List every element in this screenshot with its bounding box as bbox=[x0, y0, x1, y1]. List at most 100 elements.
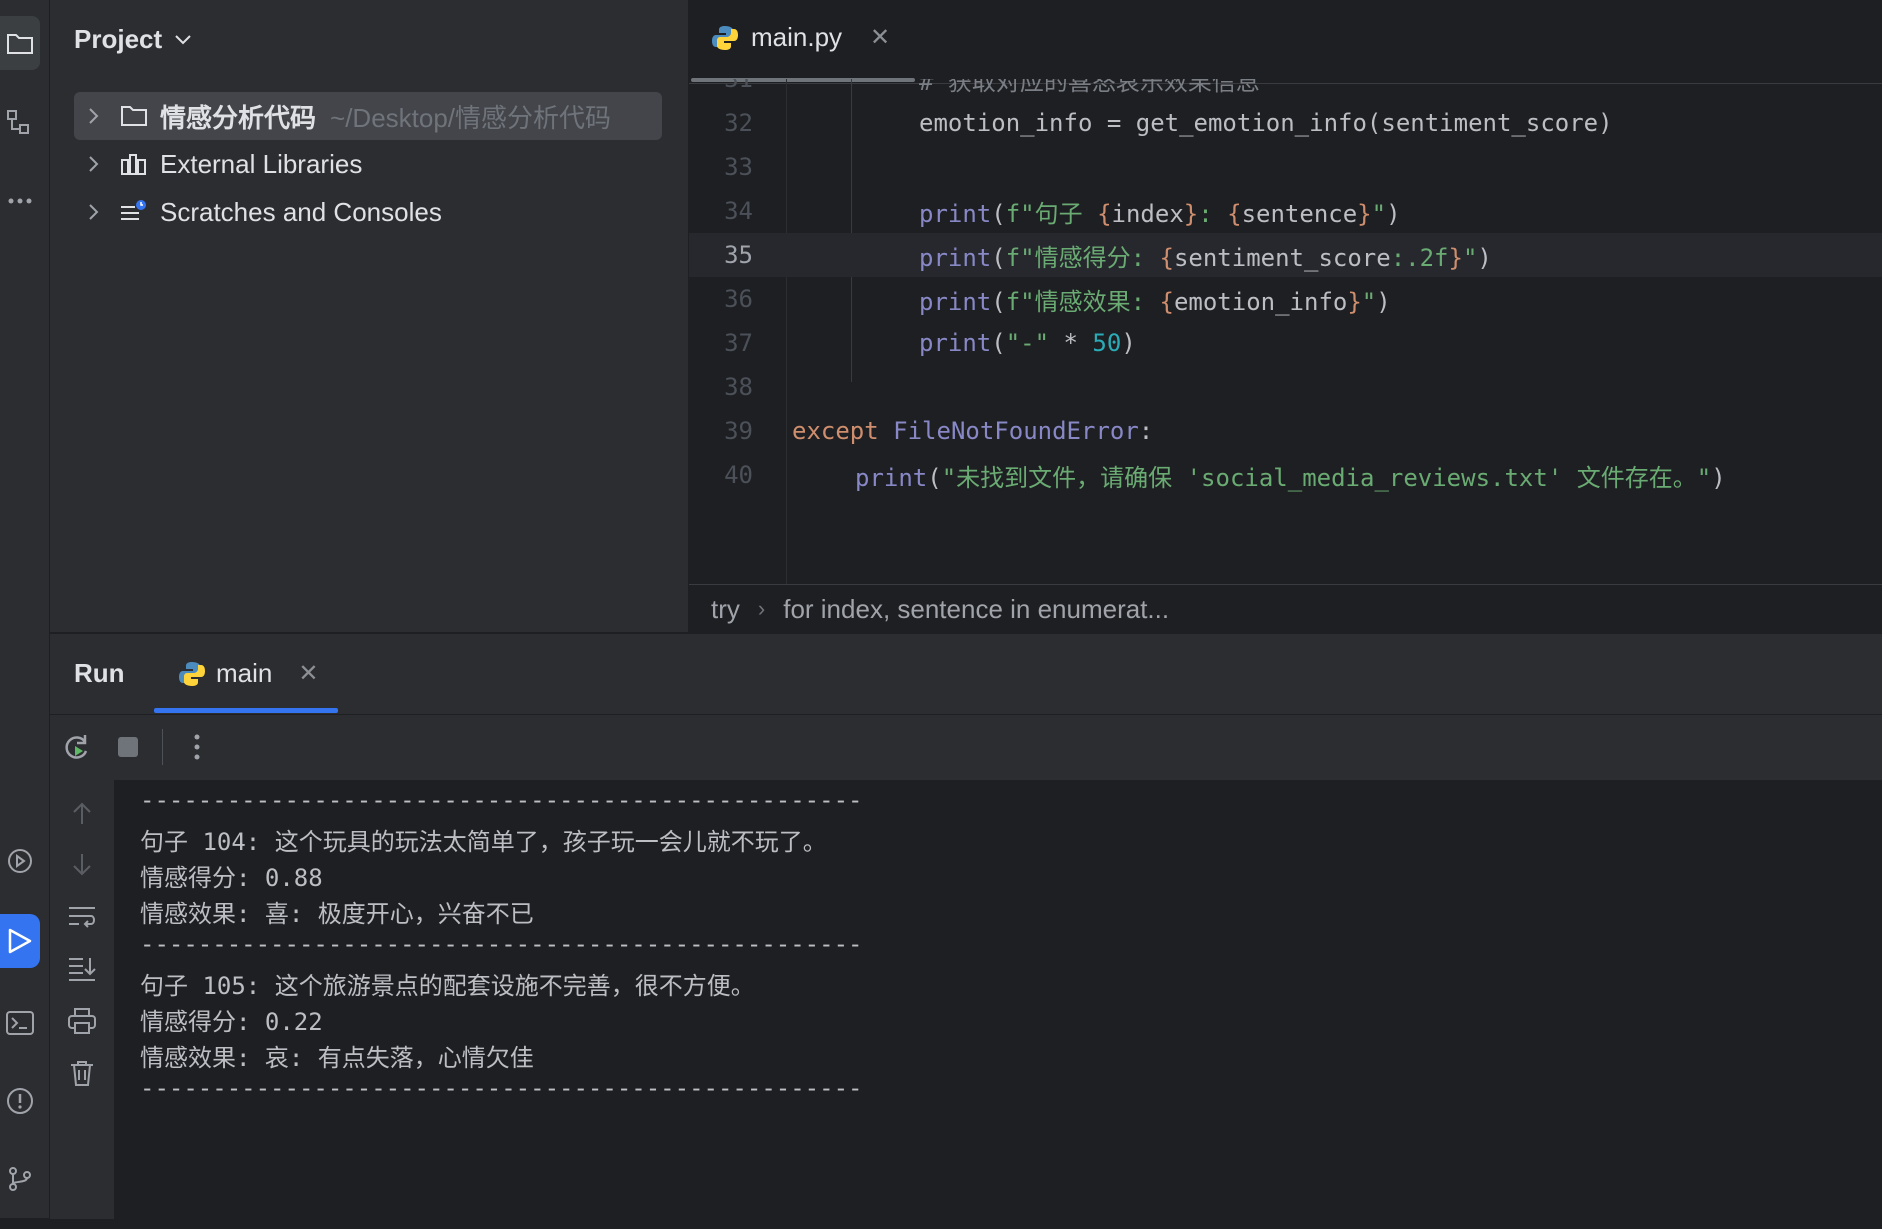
git-button[interactable] bbox=[0, 1152, 40, 1206]
console-line: 情感效果: 哀: 有点失落，心情欠佳 bbox=[140, 1044, 534, 1072]
printer-icon bbox=[68, 1008, 96, 1034]
run-tab-label: main bbox=[216, 658, 273, 688]
run-tab-bar: Run main ✕ bbox=[50, 634, 1882, 715]
editor-tab-label: main.py bbox=[751, 22, 843, 52]
code-line[interactable]: 31 # 获取对应的喜怒哀乐效果信息 bbox=[689, 79, 1882, 101]
code-editor[interactable]: 31 # 获取对应的喜怒哀乐效果信息 32 emotion_info = get… bbox=[689, 79, 1882, 584]
clear-all-button[interactable] bbox=[60, 1050, 104, 1096]
scroll-to-end-icon bbox=[69, 958, 96, 981]
line-number: 33 bbox=[724, 153, 753, 181]
code-text: print(f"情感效果: {emotion_info}") bbox=[919, 287, 1391, 316]
git-branch-icon bbox=[9, 1167, 31, 1191]
scroll-up-button[interactable] bbox=[60, 790, 104, 836]
line-number: 39 bbox=[724, 417, 753, 445]
more-tools-button[interactable] bbox=[0, 174, 40, 228]
code-line[interactable]: 32 emotion_info = get_emotion_info(senti… bbox=[689, 101, 1882, 145]
run-tab-active-indicator bbox=[154, 708, 338, 713]
scratches-icon bbox=[114, 199, 154, 225]
chevron-right-icon[interactable] bbox=[74, 203, 114, 221]
line-number: 31 bbox=[724, 79, 753, 93]
more-vertical-icon bbox=[194, 734, 200, 760]
line-number: 35 bbox=[724, 241, 753, 269]
code-text: print("-" * 50) bbox=[919, 329, 1136, 357]
folder-icon bbox=[7, 34, 33, 54]
breadcrumb-item[interactable]: try bbox=[711, 594, 740, 625]
project-view-title-dropdown[interactable]: Project bbox=[74, 24, 192, 55]
project-panel: Project 情感分析代码 ~/Desktop/情感分析代码 External… bbox=[50, 0, 689, 632]
tree-item-scratches[interactable]: Scratches and Consoles bbox=[74, 188, 662, 236]
folder-icon bbox=[114, 105, 154, 127]
arrow-down-icon bbox=[73, 854, 91, 876]
code-line-current[interactable]: 35 print(f"情感得分: {sentiment_score:.2f}") bbox=[689, 233, 1882, 277]
problems-button[interactable] bbox=[0, 1074, 40, 1128]
code-line[interactable]: 37 print("-" * 50) bbox=[689, 321, 1882, 365]
console-line: 句子 104: 这个玩具的玩法太简单了，孩子玩一会儿就不玩了。 bbox=[140, 828, 827, 856]
code-text: emotion_info = get_emotion_info(sentimen… bbox=[919, 109, 1613, 137]
rerun-icon bbox=[65, 735, 88, 759]
editor-area: main.py ✕ 31 # 获取对应的喜怒哀乐效果信息 32 emotion_… bbox=[689, 0, 1882, 632]
arrow-up-icon bbox=[73, 802, 91, 824]
soft-wrap-icon bbox=[69, 907, 95, 928]
tree-item-project-root[interactable]: 情感分析代码 ~/Desktop/情感分析代码 bbox=[74, 92, 662, 140]
code-text: # 获取对应的喜怒哀乐效果信息 bbox=[919, 79, 1260, 96]
code-line[interactable]: 40 print("未找到文件，请确保 'social_media_review… bbox=[689, 453, 1882, 497]
line-number: 38 bbox=[724, 373, 753, 401]
services-button[interactable] bbox=[0, 834, 40, 888]
code-line[interactable]: 34 print(f"句子 {index}: {sentence}") bbox=[689, 189, 1882, 233]
more-options-button[interactable] bbox=[171, 721, 223, 773]
tree-item-label: 情感分析代码 bbox=[160, 102, 317, 133]
run-panel-title: Run bbox=[74, 658, 125, 688]
run-tool-button[interactable] bbox=[0, 914, 40, 968]
close-icon[interactable]: ✕ bbox=[870, 23, 890, 52]
console-output[interactable]: ----------------------------------------… bbox=[114, 780, 1882, 1219]
console-line: 情感得分: 0.88 bbox=[140, 864, 323, 892]
scroll-down-button[interactable] bbox=[60, 842, 104, 888]
editor-tab-main-py[interactable]: main.py ✕ bbox=[711, 22, 890, 53]
structure-icon bbox=[7, 110, 29, 134]
console-line: ----------------------------------------… bbox=[140, 786, 863, 814]
code-line[interactable]: 38 bbox=[689, 365, 1882, 409]
line-number: 36 bbox=[724, 285, 753, 313]
editor-tab-bar: main.py ✕ bbox=[689, 0, 1882, 84]
run-tab-main[interactable]: main ✕ bbox=[178, 658, 318, 689]
services-icon bbox=[8, 849, 32, 873]
python-file-icon bbox=[712, 25, 738, 50]
soft-wrap-button[interactable] bbox=[60, 894, 104, 940]
chevron-right-icon: › bbox=[757, 596, 766, 621]
chevron-right-icon[interactable] bbox=[74, 155, 114, 173]
warning-circle-icon bbox=[7, 1088, 33, 1114]
close-icon[interactable]: ✕ bbox=[298, 659, 318, 688]
line-number: 40 bbox=[724, 461, 753, 489]
run-icon bbox=[8, 928, 32, 954]
structure-view-button[interactable] bbox=[0, 96, 40, 150]
tree-item-path: ~/Desktop/情感分析代码 bbox=[330, 102, 612, 133]
code-text: print(f"情感得分: {sentiment_score:.2f}") bbox=[919, 243, 1492, 272]
library-icon bbox=[114, 152, 154, 176]
project-title-label: Project bbox=[74, 24, 163, 54]
console-line: ----------------------------------------… bbox=[140, 1074, 863, 1102]
code-text: print("未找到文件，请确保 'social_media_reviews.t… bbox=[855, 463, 1726, 492]
activity-bar bbox=[0, 0, 50, 1218]
terminal-icon bbox=[6, 1011, 34, 1035]
rerun-button[interactable] bbox=[50, 721, 102, 773]
terminal-button[interactable] bbox=[0, 996, 40, 1050]
console-line: 情感得分: 0.22 bbox=[140, 1008, 323, 1036]
scroll-to-end-button[interactable] bbox=[60, 946, 104, 992]
project-view-button[interactable] bbox=[0, 16, 40, 70]
breadcrumb-item[interactable]: for index, sentence in enumerat... bbox=[783, 594, 1169, 625]
tree-item-external-libraries[interactable]: External Libraries bbox=[74, 140, 662, 188]
code-text: print(f"句子 {index}: {sentence}") bbox=[919, 199, 1401, 228]
code-line[interactable]: 33 bbox=[689, 145, 1882, 189]
code-line[interactable]: 36 print(f"情感效果: {emotion_info}") bbox=[689, 277, 1882, 321]
line-number: 34 bbox=[724, 197, 753, 225]
console-line: 句子 105: 这个旅游景点的配套设施不完善，很不方便。 bbox=[140, 972, 755, 1000]
console-line: 情感效果: 喜: 极度开心，兴奋不已 bbox=[140, 900, 534, 928]
more-horizontal-icon bbox=[8, 198, 32, 204]
stop-button[interactable] bbox=[102, 721, 154, 773]
code-line[interactable]: 39 except FileNotFoundError: bbox=[689, 409, 1882, 453]
run-toolbar bbox=[50, 714, 1882, 780]
console-side-toolbar bbox=[50, 780, 114, 1229]
print-button[interactable] bbox=[60, 998, 104, 1044]
chevron-right-icon[interactable] bbox=[74, 107, 114, 125]
line-number: 37 bbox=[724, 329, 753, 357]
